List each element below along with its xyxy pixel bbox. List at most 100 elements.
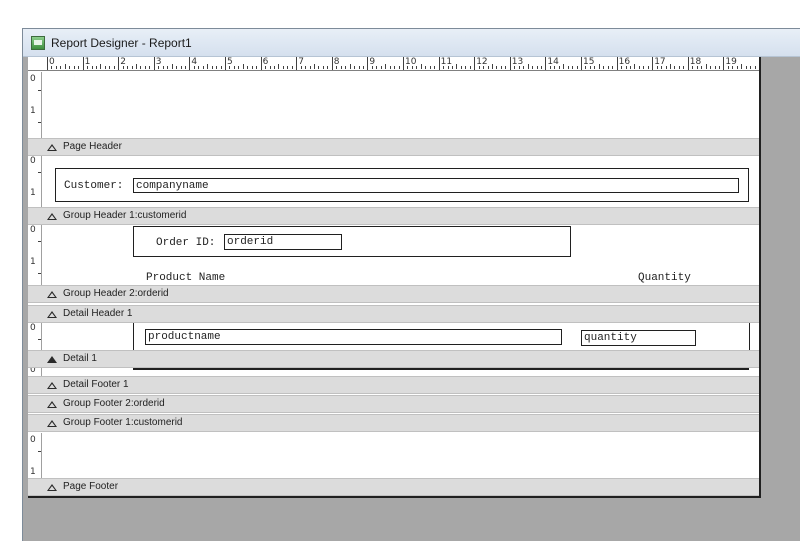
ruler-minor-tick — [492, 64, 493, 69]
ruler-minor-tick — [287, 66, 289, 69]
ruler-major-tick — [367, 57, 369, 70]
band-label: Group Header 2:orderid — [63, 288, 169, 299]
band-detail-1[interactable]: Detail 1 — [28, 350, 759, 368]
ruler-major-tick — [82, 57, 84, 70]
ruler-major-tick — [474, 57, 476, 70]
band-label: Page Footer — [63, 481, 119, 492]
collapse-triangle-icon[interactable] — [47, 144, 57, 151]
vertical-ruler-label: 0 — [30, 225, 36, 235]
ruler-minor-tick — [425, 66, 427, 69]
ruler-minor-tick — [572, 66, 574, 69]
ruler-minor-tick — [638, 66, 640, 69]
ruler-major-tick — [759, 57, 760, 70]
band-page-footer[interactable]: Page Footer — [28, 478, 759, 496]
collapse-triangle-icon[interactable] — [47, 311, 57, 318]
ruler-minor-tick — [202, 66, 204, 69]
ruler-minor-tick — [705, 64, 707, 69]
ruler-minor-tick — [741, 64, 743, 69]
band-group-footer-1[interactable]: Group Footer 1:customerid — [28, 414, 759, 432]
ruler-minor-tick — [251, 66, 253, 69]
companyname-field[interactable]: companyname — [133, 178, 739, 193]
band-group-footer-2[interactable]: Group Footer 2:orderid — [28, 395, 759, 413]
band-group-header-1[interactable]: Group Header 1:customerid — [28, 207, 759, 225]
ruler-minor-tick — [554, 66, 556, 69]
ruler-minor-tick — [505, 66, 507, 69]
collapse-triangle-icon[interactable] — [47, 420, 57, 427]
ruler-minor-tick — [73, 66, 75, 69]
ruler-minor-tick — [136, 64, 137, 69]
ruler-minor-tick — [523, 66, 525, 69]
ruler-minor-tick — [371, 66, 373, 69]
ruler-minor-tick — [540, 66, 542, 69]
collapse-triangle-icon[interactable] — [47, 484, 57, 491]
ruler-major-tick — [652, 57, 654, 70]
ruler-minor-tick — [589, 66, 591, 69]
product-name-header[interactable]: Product Name — [146, 272, 225, 284]
band-label: Group Footer 1:customerid — [63, 417, 183, 428]
ruler-minor-tick — [674, 66, 676, 69]
collapse-triangle-icon[interactable] — [47, 382, 57, 389]
ruler-minor-tick — [447, 66, 449, 69]
ruler-minor-tick — [180, 66, 182, 69]
ruler-minor-tick — [291, 66, 293, 69]
ruler-minor-tick — [64, 64, 66, 69]
ruler-minor-tick — [478, 66, 480, 69]
ruler-minor-tick — [318, 66, 320, 69]
ruler-major-tick — [331, 57, 333, 70]
ruler-major-tick — [118, 57, 120, 70]
ruler-minor-tick — [216, 66, 218, 69]
ruler-minor-tick — [336, 66, 338, 69]
ruler-minor-tick — [754, 66, 756, 69]
companyname-text: companyname — [136, 180, 209, 192]
collapse-triangle-icon[interactable] — [47, 213, 57, 220]
ruler-minor-tick — [407, 66, 409, 69]
ruler-minor-tick — [256, 66, 258, 69]
vertical-ruler-page-footer: 0 1 — [28, 433, 42, 482]
design-surface[interactable]: 01234567891011121314151617181920 0 1 0 1… — [28, 57, 761, 498]
productname-field[interactable]: productname — [145, 329, 562, 345]
quantity-header[interactable]: Quantity — [638, 272, 691, 284]
vertical-ruler-label: 0 — [30, 156, 36, 166]
title-bar[interactable]: Report Designer - Report1 — [23, 29, 800, 57]
ruler-minor-tick — [629, 66, 631, 69]
ruler-major-tick — [260, 57, 262, 70]
ruler-minor-tick — [750, 66, 752, 69]
band-detail-footer-1[interactable]: Detail Footer 1 — [28, 376, 759, 394]
ruler-minor-tick — [100, 64, 102, 69]
collapse-triangle-icon[interactable] — [47, 401, 57, 408]
quantity-field[interactable]: quantity — [581, 330, 696, 346]
ruler-minor-tick — [104, 66, 106, 69]
ruler-major-tick — [296, 57, 298, 70]
vertical-ruler-page-header: 0 1 — [28, 72, 42, 138]
ruler-minor-tick — [500, 66, 502, 69]
ruler-minor-tick — [309, 66, 311, 69]
ruler-major-tick — [153, 57, 155, 70]
ruler-minor-tick — [670, 64, 671, 69]
ruler-minor-tick — [727, 66, 729, 69]
band-detail-header-1[interactable]: Detail Header 1 — [28, 305, 759, 323]
band-group-header-2[interactable]: Group Header 2:orderid — [28, 285, 759, 303]
band-label: Group Header 1:customerid — [63, 210, 187, 221]
ruler-minor-tick — [193, 66, 195, 69]
ruler-minor-tick — [443, 66, 445, 69]
order-id-label[interactable]: Order ID: — [156, 237, 215, 249]
productname-text: productname — [148, 331, 221, 343]
ruler-minor-tick — [167, 66, 169, 69]
orderid-text: orderid — [227, 236, 274, 248]
orderid-field[interactable]: orderid — [224, 234, 342, 250]
expand-triangle-icon[interactable] — [47, 356, 57, 363]
band-page-header[interactable]: Page Header — [28, 138, 759, 156]
customer-label[interactable]: Customer: — [64, 180, 123, 192]
ruler-minor-tick — [451, 66, 453, 69]
ruler-minor-tick — [460, 66, 462, 69]
vertical-ruler-label: 1 — [30, 257, 36, 267]
ruler-minor-tick — [55, 66, 57, 69]
ruler-minor-tick — [385, 64, 387, 69]
collapse-triangle-icon[interactable] — [47, 291, 57, 298]
ruler-minor-tick — [661, 66, 663, 69]
ruler-minor-tick — [345, 66, 347, 69]
ruler-minor-tick — [696, 66, 698, 69]
ruler-minor-tick — [434, 66, 436, 69]
ruler-minor-tick — [701, 66, 703, 69]
ruler-minor-tick — [594, 66, 596, 69]
